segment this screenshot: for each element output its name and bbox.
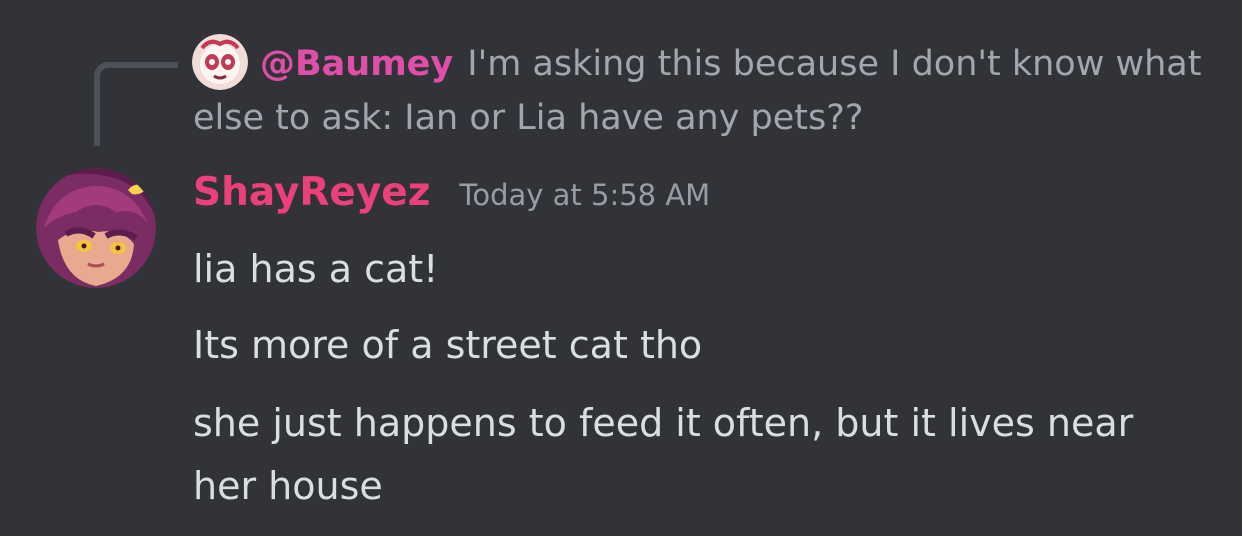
message-line-3: she just happens to feed it often, but i… xyxy=(193,401,1134,508)
message-line-2: Its more of a street cat tho xyxy=(193,323,703,367)
user-avatar-icon[interactable] xyxy=(36,168,156,288)
message-header: ShayReyez Today at 5:58 AM xyxy=(193,170,710,226)
message-author-name[interactable]: ShayReyez xyxy=(193,170,430,215)
message-line-1: lia has a cat! xyxy=(193,247,439,291)
reply-preview[interactable]: @Baumey I'm asking this because I don't k… xyxy=(193,37,1203,145)
reply-author-name[interactable]: @Baumey xyxy=(260,44,453,84)
chat-message-area: @Baumey I'm asking this because I don't k… xyxy=(0,0,1242,536)
reply-connector-line xyxy=(94,62,178,146)
message-timestamp[interactable]: Today at 5:58 AM xyxy=(460,178,711,212)
user-avatar-art xyxy=(36,168,156,288)
